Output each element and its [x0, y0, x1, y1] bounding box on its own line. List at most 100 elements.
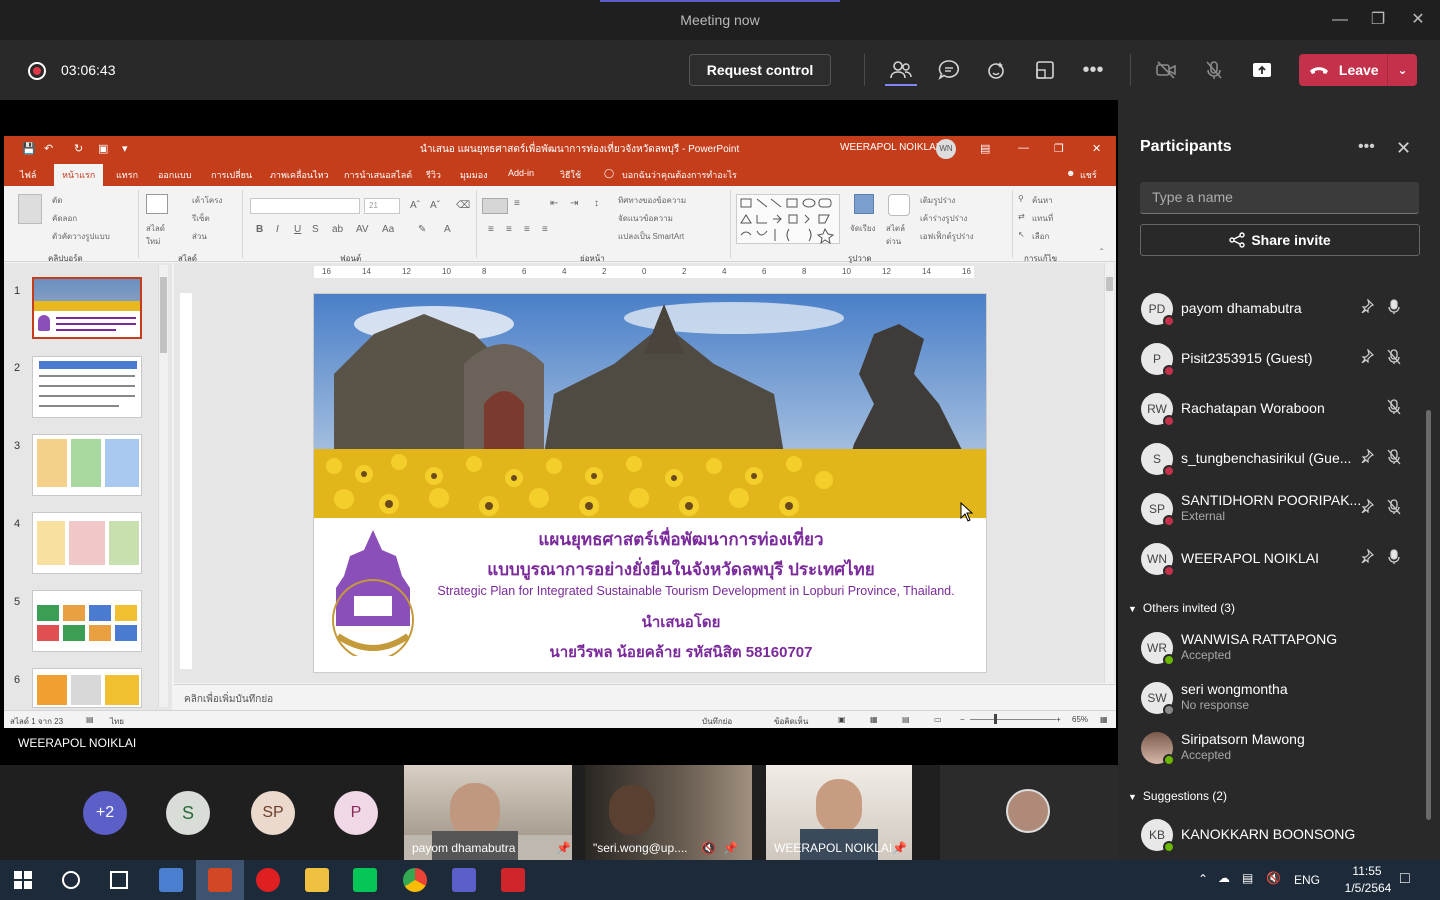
convert-smartart-button[interactable]: แปลงเป็น SmartArt: [618, 230, 684, 243]
participant-row[interactable]: PD payom dhamabutra: [1118, 284, 1440, 334]
ppt-user-avatar[interactable]: WN: [936, 139, 956, 159]
pin-icon[interactable]: [1360, 548, 1375, 566]
align-center-icon[interactable]: ≡: [506, 224, 512, 235]
clear-formatting-icon[interactable]: ⌫: [456, 200, 470, 211]
volume-muted-icon[interactable]: 🔇: [1266, 871, 1281, 885]
others-invited-header[interactable]: ▼ Others invited (3): [1128, 601, 1235, 615]
participant-row[interactable]: P Pisit2353915 (Guest): [1118, 334, 1440, 384]
tab-home[interactable]: หน้าแรก: [54, 164, 104, 186]
replace-button[interactable]: แทนที่: [1032, 212, 1053, 225]
avatar[interactable]: P: [334, 791, 378, 835]
arrange-button[interactable]: จัดเรียง: [850, 222, 876, 235]
highlight-icon[interactable]: ✎: [418, 224, 426, 235]
file-explorer-icon[interactable]: [305, 868, 329, 892]
more-options-icon[interactable]: •••: [1077, 54, 1109, 86]
slide-sorter-icon[interactable]: ▦: [870, 715, 878, 724]
arrange-icon[interactable]: [854, 194, 874, 214]
participant-row[interactable]: SW seri wongmontha No response: [1118, 673, 1440, 723]
thumbnail-scrollbar[interactable]: [158, 265, 168, 707]
select-button[interactable]: เลือก: [1032, 230, 1049, 243]
teams-app-icon[interactable]: [452, 868, 476, 892]
ppt-restore-icon[interactable]: ❐: [1054, 142, 1064, 155]
present-from-beginning-icon[interactable]: ▣: [98, 142, 108, 155]
acrobat-icon[interactable]: [501, 868, 525, 892]
participant-search-input[interactable]: Type a name: [1140, 182, 1419, 214]
chat-icon[interactable]: [933, 54, 965, 86]
task-view-icon[interactable]: [110, 871, 128, 889]
video-tile[interactable]: "seri.wong@up.... 🔇 📌: [585, 765, 752, 860]
notification-center-icon[interactable]: □: [1400, 870, 1410, 888]
panel-scrollbar[interactable]: [1426, 410, 1431, 820]
cortana-search-icon[interactable]: [62, 871, 80, 889]
quick-styles-button[interactable]: สไตล์ด่วน: [886, 222, 916, 248]
pin-icon[interactable]: [1360, 498, 1375, 516]
line-app-icon[interactable]: [353, 868, 377, 892]
taskbar-active-app[interactable]: [196, 860, 244, 900]
change-case-icon[interactable]: Aa: [382, 224, 394, 235]
italic-icon[interactable]: I: [276, 224, 279, 235]
shapes-gallery[interactable]: [736, 194, 840, 245]
participant-row[interactable]: Ss_tungbenchasirikul (Gue...: [1118, 434, 1440, 484]
ppt-close-icon[interactable]: ✕: [1092, 142, 1101, 155]
character-spacing-icon[interactable]: AV: [356, 224, 369, 235]
participant-row[interactable]: RW Rachatapan Woraboon: [1118, 384, 1440, 434]
video-tile[interactable]: WEERAPOL NOIKLAI 📌: [766, 765, 912, 860]
current-slide[interactable]: แผนยุทธศาสตร์เพื่อพัฒนาการท่องเที่ยว แบบ…: [313, 293, 987, 673]
zoom-out-icon[interactable]: −: [960, 715, 965, 724]
slide-thumbnail-3[interactable]: [32, 434, 142, 496]
clock-date[interactable]: 1/5/2564: [1330, 881, 1406, 895]
mic-muted-icon[interactable]: [1387, 499, 1401, 518]
ppt-minimize-icon[interactable]: —: [1018, 142, 1029, 154]
clock-time[interactable]: 11:55: [1342, 864, 1392, 878]
participant-row[interactable]: WR WANWISA RATTAPONG Accepted: [1118, 623, 1440, 673]
zoom-level[interactable]: 65%: [1072, 715, 1088, 724]
suggestions-header[interactable]: ▼ Suggestions (2): [1128, 789, 1227, 803]
media-player-icon[interactable]: [256, 868, 280, 892]
slide-thumbnail-5[interactable]: [32, 590, 142, 652]
font-name-input[interactable]: [250, 198, 360, 214]
mic-muted-icon[interactable]: [1387, 449, 1401, 468]
leave-button[interactable]: Leave ⌄: [1299, 54, 1417, 86]
tab-help[interactable]: วิธีใช้: [560, 168, 581, 182]
collapse-ribbon-icon[interactable]: ˆ: [1100, 248, 1103, 259]
panel-more-icon[interactable]: •••: [1358, 138, 1375, 156]
font-color-icon[interactable]: A: [444, 224, 451, 235]
avatar[interactable]: S: [166, 791, 210, 835]
show-hidden-icons-icon[interactable]: ⌃: [1198, 872, 1208, 886]
align-text-button[interactable]: จัดแนวข้อความ: [618, 212, 673, 225]
tab-slideshow[interactable]: การนำเสนอสไลด์: [344, 168, 412, 182]
participant-row[interactable]: SP SANTIDHORN POORIPAK... External: [1118, 484, 1440, 534]
slide-thumbnail-1[interactable]: [32, 277, 142, 339]
tab-file[interactable]: ไฟล์: [20, 168, 36, 182]
mic-muted-icon[interactable]: [1387, 349, 1401, 368]
input-language[interactable]: ENG: [1294, 873, 1320, 887]
decrease-indent-icon[interactable]: ⇤: [550, 198, 558, 209]
new-slide-button[interactable]: สไลด์ใหม่: [146, 222, 172, 248]
grow-font-icon[interactable]: Aˆ: [410, 200, 420, 211]
paste-icon[interactable]: [18, 194, 42, 224]
ribbon-display-icon[interactable]: ▤: [980, 142, 990, 155]
mic-icon[interactable]: [1387, 549, 1401, 568]
find-button[interactable]: ค้นหา: [1032, 194, 1053, 207]
strikethrough-icon[interactable]: ab: [332, 224, 343, 235]
calculator-icon[interactable]: [159, 868, 183, 892]
shape-effects-button[interactable]: เอฟเฟ็กต์รูปร่าง: [920, 230, 974, 243]
text-direction-button[interactable]: ทิศทางของข้อความ: [618, 194, 686, 207]
copy-button[interactable]: คัดลอก: [52, 212, 77, 225]
zoom-slider-thumb[interactable]: [994, 714, 997, 724]
align-right-icon[interactable]: ≡: [524, 224, 530, 235]
close-panel-icon[interactable]: ✕: [1396, 138, 1411, 159]
normal-view-icon[interactable]: ▣: [838, 715, 846, 724]
mic-off-icon[interactable]: [1198, 54, 1230, 86]
layout-button[interactable]: เค้าโครง: [192, 194, 222, 207]
justify-icon[interactable]: ≡: [542, 224, 548, 235]
cut-button[interactable]: ตัด: [52, 194, 62, 207]
numbering-icon[interactable]: ≡: [514, 198, 520, 209]
slideshow-view-icon[interactable]: ▭: [934, 715, 942, 724]
tab-review[interactable]: รีวิว: [426, 168, 441, 182]
leave-options-chevron-icon[interactable]: ⌄: [1387, 54, 1417, 86]
shape-outline-button[interactable]: เค้าร่างรูปร่าง: [920, 212, 967, 225]
share-screen-icon[interactable]: [1246, 54, 1278, 86]
slide-thumbnail-6[interactable]: [32, 668, 142, 708]
network-icon[interactable]: ▤: [1242, 871, 1253, 885]
